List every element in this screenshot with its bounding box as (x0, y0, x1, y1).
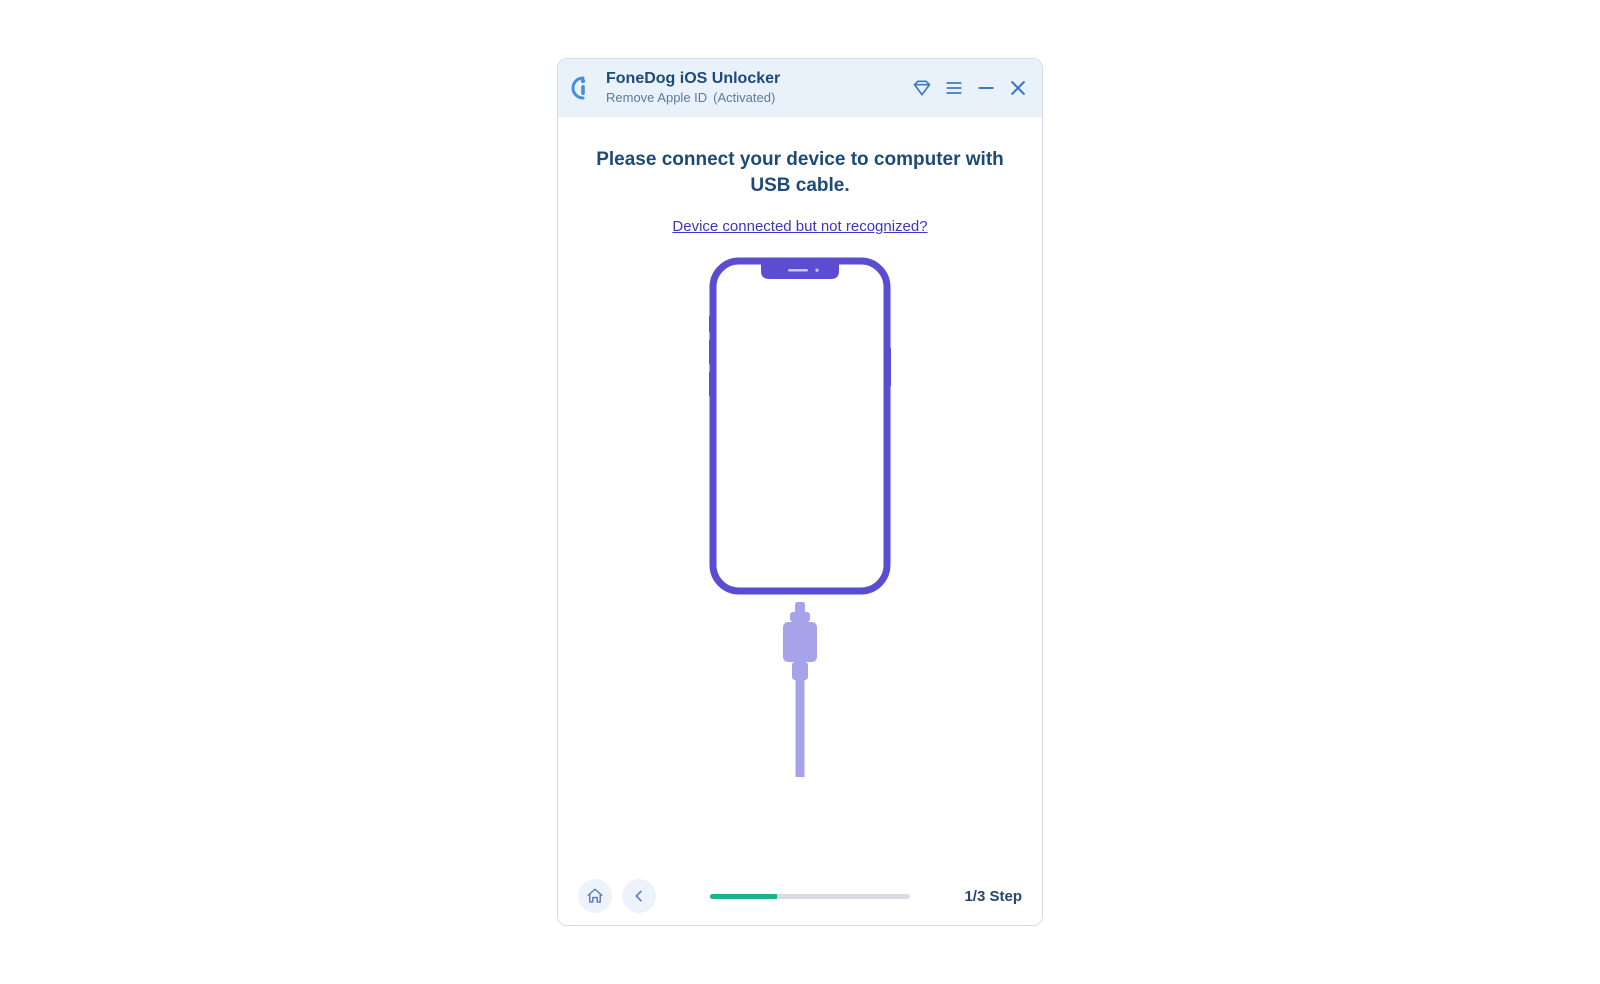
activated-label: (Activated) (713, 90, 775, 107)
progress-wrap (666, 894, 954, 899)
progress-fill (710, 894, 777, 899)
device-illustration (705, 257, 895, 777)
main-content: Please connect your device to computer w… (558, 117, 1042, 868)
back-button[interactable] (622, 879, 656, 913)
window-controls (912, 78, 1028, 98)
diamond-icon[interactable] (912, 78, 932, 98)
app-title: FoneDog iOS Unlocker (606, 69, 780, 90)
instruction-text: Please connect your device to computer w… (558, 147, 1042, 200)
bottom-bar: 1/3 Step (558, 868, 1042, 925)
menu-icon[interactable] (944, 78, 964, 98)
title-texts: FoneDog iOS Unlocker Remove Apple ID (Ac… (606, 69, 780, 107)
progress-bar (710, 894, 910, 899)
minimize-icon[interactable] (976, 78, 996, 98)
title-bar: FoneDog iOS Unlocker Remove Apple ID (Ac… (558, 59, 1042, 117)
step-label: 1/3 Step (964, 888, 1022, 905)
subtitle-row: Remove Apple ID (Activated) (606, 90, 780, 107)
app-subtitle: Remove Apple ID (606, 90, 707, 107)
close-icon[interactable] (1008, 78, 1028, 98)
title-left: FoneDog iOS Unlocker Remove Apple ID (Ac… (570, 69, 780, 107)
app-logo-icon (570, 75, 596, 101)
app-window: FoneDog iOS Unlocker Remove Apple ID (Ac… (557, 58, 1043, 926)
help-link[interactable]: Device connected but not recognized? (672, 218, 927, 235)
home-button[interactable] (578, 879, 612, 913)
